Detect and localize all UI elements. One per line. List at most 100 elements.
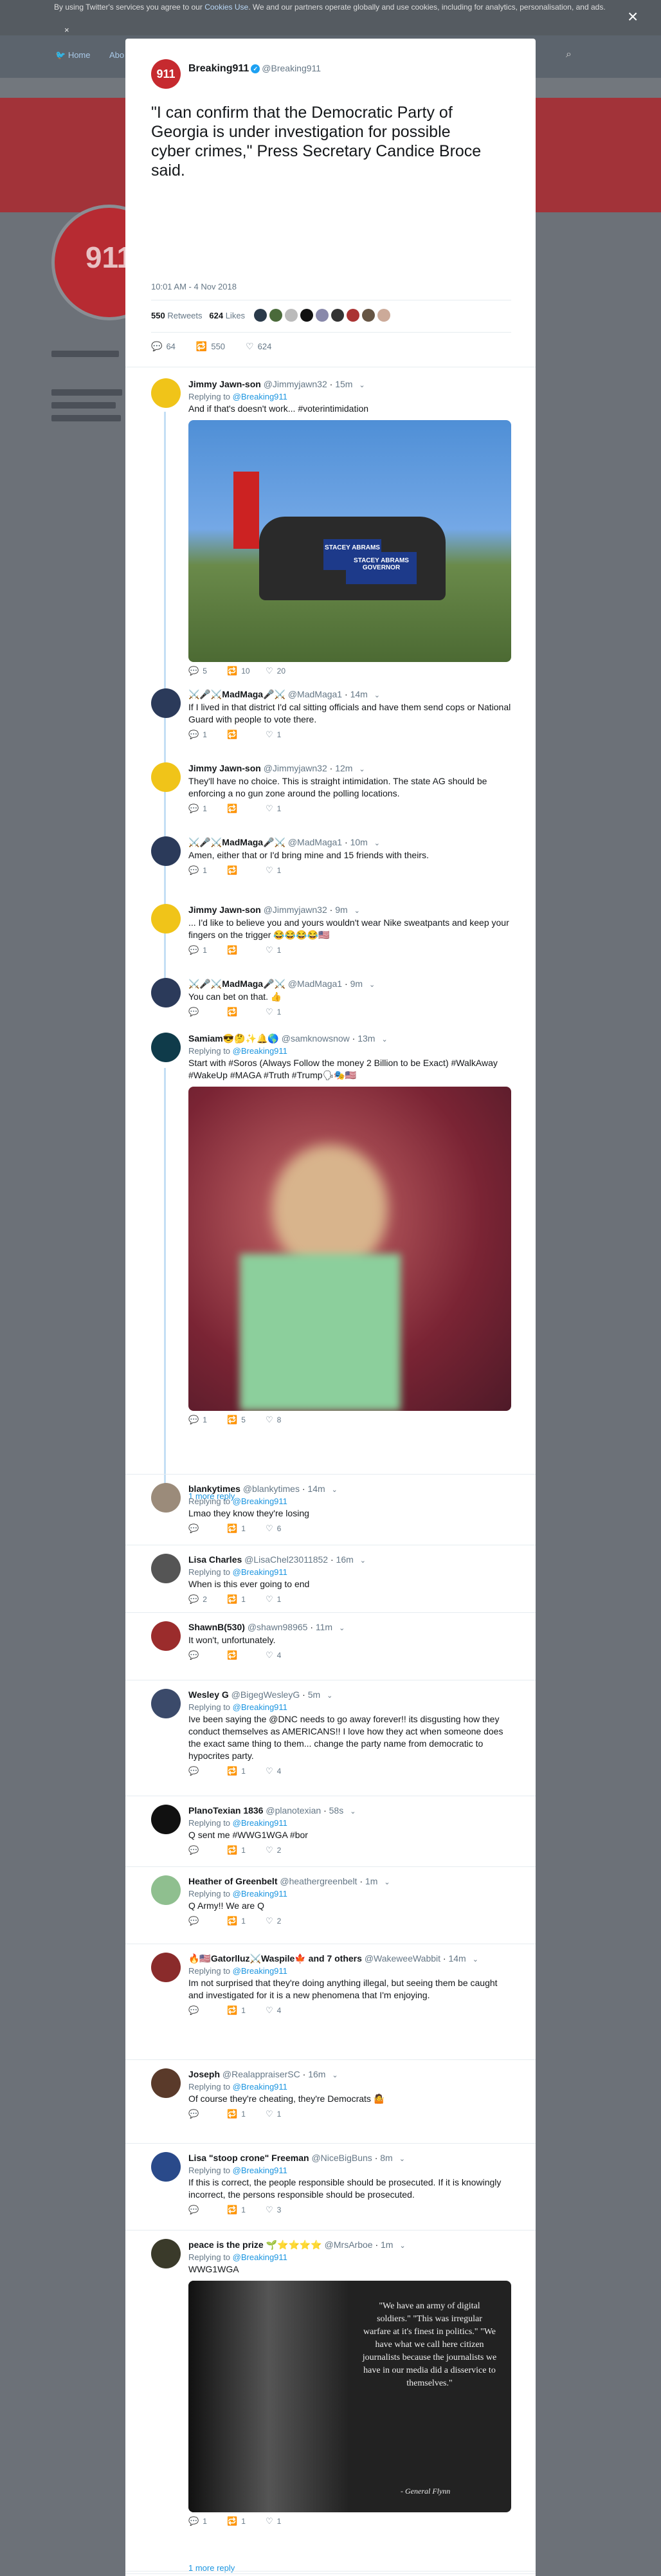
avatar[interactable] bbox=[151, 2239, 181, 2268]
avatar[interactable] bbox=[151, 836, 181, 866]
tweet-photo[interactable] bbox=[188, 1087, 511, 1411]
like-button[interactable]: ♡ 2 bbox=[266, 1916, 304, 1926]
reply-author[interactable]: Samiam😎🤔✨🔔🌎 @samknowsnow · 13m ⌄ bbox=[188, 1033, 511, 1045]
reply-button[interactable]: 💬 1 bbox=[188, 865, 227, 876]
avatar[interactable] bbox=[269, 309, 283, 322]
chevron-down-icon[interactable]: ⌄ bbox=[381, 1036, 387, 1044]
avatar[interactable] bbox=[151, 2152, 181, 2182]
reply-button[interactable]: 💬 bbox=[188, 1845, 227, 1855]
tweet-timestamp[interactable]: 10:01 AM - 4 Nov 2018 bbox=[151, 282, 237, 291]
mention-link[interactable]: @Breaking911 bbox=[233, 2082, 287, 2092]
avatar[interactable] bbox=[331, 309, 345, 322]
avatar[interactable] bbox=[377, 309, 391, 322]
chevron-down-icon[interactable]: ⌄ bbox=[332, 1486, 338, 1494]
avatar[interactable] bbox=[151, 762, 181, 792]
retweet-button[interactable]: 🔁 1 bbox=[227, 2109, 266, 2119]
avatar[interactable]: 911 bbox=[151, 59, 181, 89]
mention-link[interactable]: @Breaking911 bbox=[233, 1818, 287, 1828]
reply-button[interactable]: 💬 bbox=[188, 2005, 227, 2016]
retweet-button[interactable]: 🔁 bbox=[227, 804, 266, 814]
search-icon[interactable]: ⌕ bbox=[566, 49, 572, 60]
reply-author[interactable]: PlanoTexian 1836 @planotexian · 58s ⌄ bbox=[188, 1805, 511, 1817]
reply-button[interactable]: 💬 bbox=[188, 2109, 227, 2119]
like-button[interactable]: ♡ 1 bbox=[266, 2516, 304, 2526]
author-name[interactable]: Breaking911 ✓ @Breaking911 bbox=[188, 63, 321, 75]
retweet-button[interactable]: 🔁 1 bbox=[227, 2516, 266, 2526]
retweet-button[interactable]: 🔁 1 bbox=[227, 2005, 266, 2016]
reply-button[interactable]: 💬 1 bbox=[188, 804, 227, 814]
reply-author[interactable]: ShawnB(530) @shawn98965 · 11m ⌄ bbox=[188, 1621, 511, 1634]
like-button[interactable]: ♡ 1 bbox=[266, 1007, 304, 1017]
mention-link[interactable]: @Breaking911 bbox=[233, 1046, 287, 1056]
reply-author[interactable]: ⚔️🎤⚔️MadMaga🎤⚔️ @MadMaga1 · 10m ⌄ bbox=[188, 836, 511, 849]
reply-button[interactable]: 💬 2 bbox=[188, 1594, 227, 1605]
retweet-button[interactable]: 🔁 bbox=[227, 1650, 266, 1661]
nav-about[interactable]: Abo bbox=[109, 50, 124, 60]
like-button[interactable]: ♡ 4 bbox=[266, 1650, 304, 1661]
reply-author[interactable]: Wesley G @BigegWesleyG · 5m ⌄ bbox=[188, 1689, 511, 1702]
chevron-down-icon[interactable]: ⌄ bbox=[332, 2072, 338, 2079]
retweet-button[interactable]: 🔁 1 bbox=[227, 1766, 266, 1776]
reply-button[interactable]: 💬 1 bbox=[188, 1415, 227, 1425]
like-button[interactable]: ♡ 2 bbox=[266, 1845, 304, 1855]
mention-link[interactable]: @Breaking911 bbox=[233, 1702, 287, 1712]
reply-button[interactable]: 💬 bbox=[188, 1523, 227, 1534]
chevron-down-icon[interactable]: ⌄ bbox=[384, 1879, 390, 1886]
tweet-photo[interactable]: STACEY ABRAMS STACEY ABRAMS GOVERNOR bbox=[188, 420, 511, 662]
like-button[interactable]: ♡ 4 bbox=[266, 2005, 304, 2016]
like-button[interactable]: ♡ 3 bbox=[266, 2205, 304, 2215]
avatar[interactable] bbox=[151, 1483, 181, 1513]
chevron-down-icon[interactable]: ⌄ bbox=[350, 1808, 356, 1816]
retweet-button[interactable]: 🔁 5 bbox=[227, 1415, 266, 1425]
avatar[interactable] bbox=[151, 688, 181, 718]
reply-button[interactable]: 💬 1 bbox=[188, 730, 227, 740]
reply-button[interactable]: 💬 64 bbox=[151, 341, 176, 352]
chevron-down-icon[interactable]: ⌄ bbox=[473, 1956, 478, 1964]
avatar[interactable] bbox=[300, 309, 314, 322]
retweet-button[interactable]: 🔁 bbox=[227, 945, 266, 955]
avatar[interactable] bbox=[316, 309, 329, 322]
avatar[interactable] bbox=[151, 1875, 181, 1905]
like-button[interactable]: ♡ 624 bbox=[246, 341, 271, 352]
reply-button[interactable]: 💬 5 bbox=[188, 666, 227, 676]
reply-button[interactable]: 💬 bbox=[188, 1766, 227, 1776]
avatar[interactable] bbox=[151, 378, 181, 408]
avatar[interactable] bbox=[151, 1621, 181, 1651]
reply-author[interactable]: Lisa "stoop crone" Freeman @NiceBigBuns … bbox=[188, 2152, 511, 2165]
reply-author[interactable]: Jimmy Jawn-son @Jimmyjawn32 · 15m ⌄ bbox=[188, 378, 511, 391]
retweet-button[interactable]: 🔁 bbox=[227, 730, 266, 740]
reply-author[interactable]: Joseph @RealappraiserSC · 16m ⌄ bbox=[188, 2068, 511, 2081]
mention-link[interactable]: @Breaking911 bbox=[233, 1567, 287, 1577]
reply-author[interactable]: 🔥🇺🇸Gatorlluz⚔️Waspile🍁 and 7 others @Wak… bbox=[188, 1953, 511, 1965]
reply-button[interactable]: 💬 bbox=[188, 2205, 227, 2215]
reply-author[interactable]: Jimmy Jawn-son @Jimmyjawn32 · 12m ⌄ bbox=[188, 762, 511, 775]
mention-link[interactable]: @Breaking911 bbox=[233, 1966, 287, 1976]
mention-link[interactable]: @Breaking911 bbox=[233, 1889, 287, 1899]
reply-author[interactable]: blankytimes @blankytimes · 14m ⌄ bbox=[188, 1483, 511, 1496]
reply-button[interactable]: 💬 1 bbox=[188, 2516, 227, 2526]
reply-button[interactable]: 💬 bbox=[188, 1916, 227, 1926]
retweet-button[interactable]: 🔁 1 bbox=[227, 1523, 266, 1534]
retweet-button[interactable]: 🔁 550 bbox=[196, 341, 225, 352]
avatar[interactable] bbox=[254, 309, 267, 322]
avatar[interactable] bbox=[362, 309, 376, 322]
like-button[interactable]: ♡ 20 bbox=[266, 666, 304, 676]
chevron-down-icon[interactable]: ⌄ bbox=[374, 692, 380, 699]
retweet-count[interactable]: 550 bbox=[151, 311, 165, 320]
chevron-down-icon[interactable]: ⌄ bbox=[339, 1624, 345, 1632]
chevron-down-icon[interactable]: ⌄ bbox=[369, 981, 375, 989]
chevron-down-icon[interactable]: ⌄ bbox=[399, 2155, 405, 2163]
chevron-down-icon[interactable]: ⌄ bbox=[359, 382, 365, 389]
chevron-down-icon[interactable]: ⌄ bbox=[354, 907, 360, 915]
avatar[interactable] bbox=[285, 309, 298, 322]
like-button[interactable]: ♡ 1 bbox=[266, 730, 304, 740]
mention-link[interactable]: @Breaking911 bbox=[233, 392, 287, 401]
reply-author[interactable]: Heather of Greenbelt @heathergreenbelt ·… bbox=[188, 1875, 511, 1888]
like-button[interactable]: ♡ 6 bbox=[266, 1523, 304, 1534]
nav-home[interactable]: 🐦 Home bbox=[55, 50, 91, 60]
retweet-button[interactable]: 🔁 1 bbox=[227, 2205, 266, 2215]
tweet-photo[interactable]: "We have an army of digital soldiers." "… bbox=[188, 2281, 511, 2512]
chevron-down-icon[interactable]: ⌄ bbox=[360, 1557, 366, 1565]
avatar[interactable] bbox=[151, 904, 181, 934]
chevron-down-icon[interactable]: ⌄ bbox=[399, 2242, 405, 2250]
